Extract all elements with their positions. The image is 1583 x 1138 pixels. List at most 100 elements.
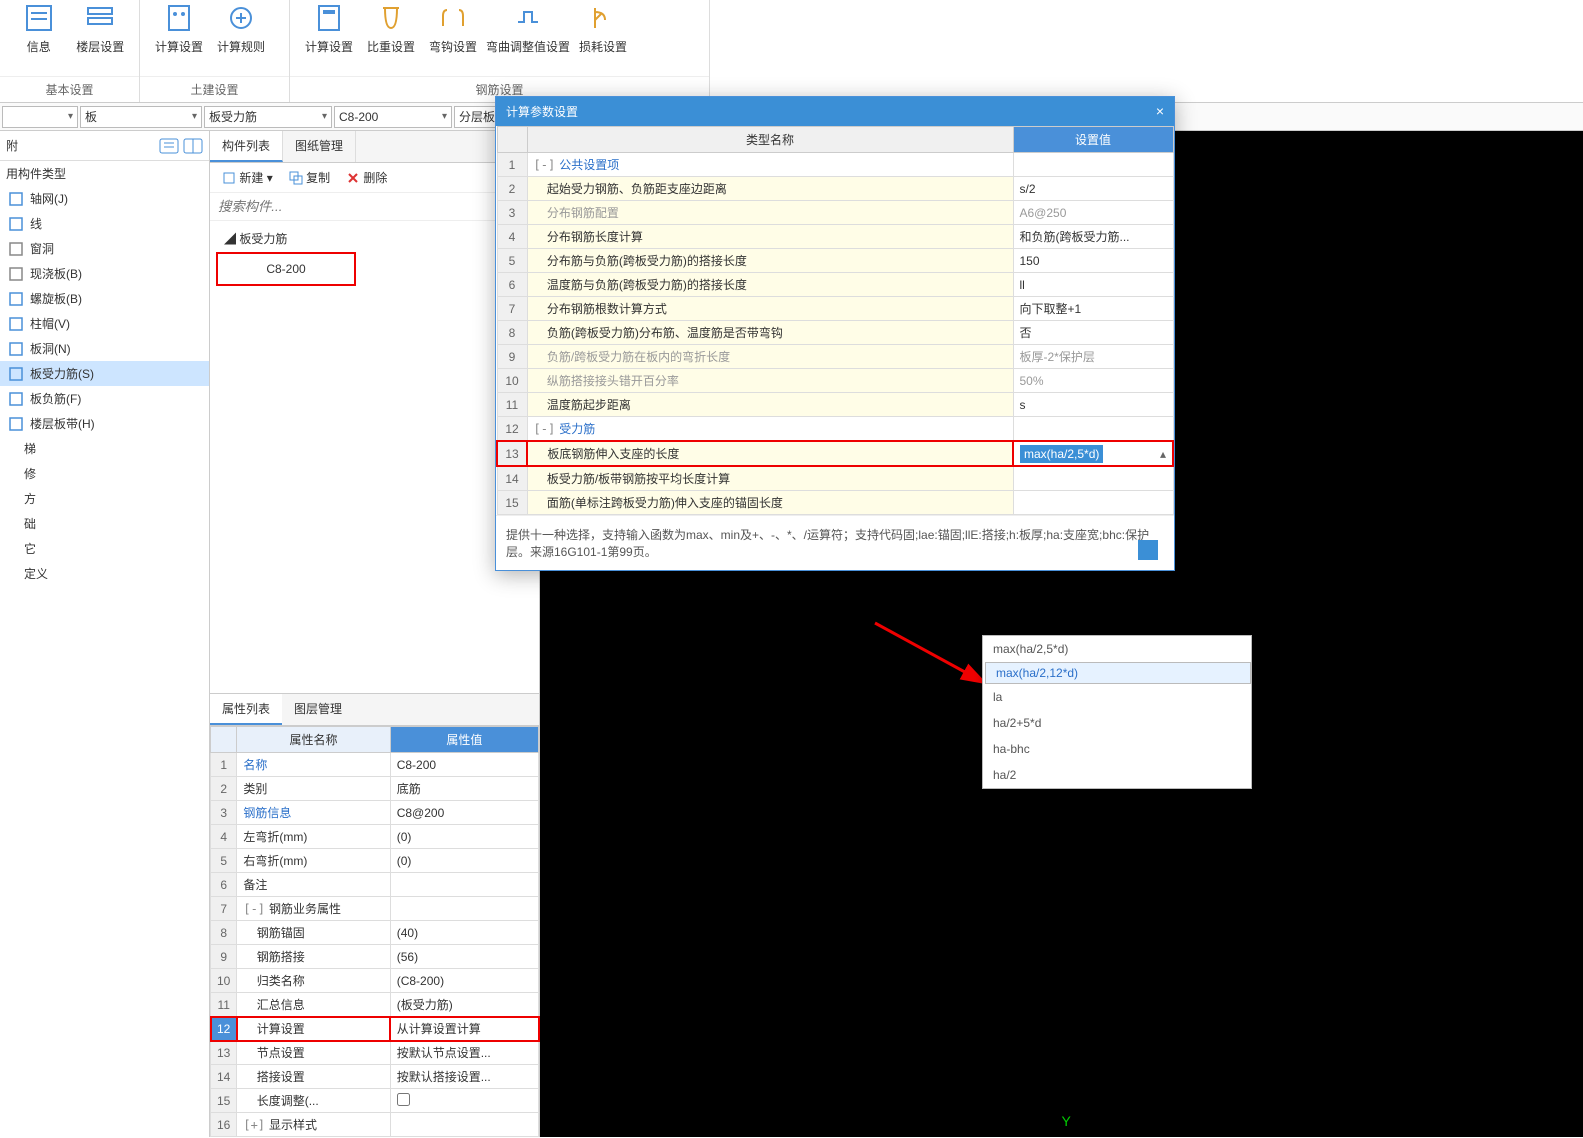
tab-props[interactable]: 属性列表 bbox=[210, 694, 282, 725]
ribbon-info[interactable]: 信息 bbox=[8, 0, 70, 76]
selector-2[interactable]: 板▾ bbox=[80, 106, 202, 128]
prop-name[interactable]: 搭接设置 bbox=[237, 1065, 390, 1089]
dropdown-option[interactable]: max(ha/2,5*d) bbox=[983, 636, 1251, 662]
prop-name[interactable]: 左弯折(mm) bbox=[237, 825, 390, 849]
param-value[interactable]: 50% bbox=[1013, 369, 1173, 393]
tree-item[interactable]: 线 bbox=[0, 211, 209, 236]
prop-name[interactable]: [+]显示样式 bbox=[237, 1113, 390, 1137]
param-value[interactable]: max(ha/2,5*d) ▴ bbox=[1013, 441, 1173, 466]
prop-name[interactable]: 汇总信息 bbox=[237, 993, 390, 1017]
ribbon-calc-set[interactable]: 计算设置 bbox=[148, 0, 210, 76]
dropdown-option[interactable]: max(ha/2,12*d) bbox=[985, 662, 1251, 684]
tree-item-c8-200[interactable]: C8-200 bbox=[216, 252, 356, 286]
new-button[interactable]: 新建 ▾ bbox=[214, 167, 281, 188]
param-value[interactable] bbox=[1013, 491, 1173, 515]
prop-value[interactable]: (C8-200) bbox=[390, 969, 538, 993]
tree-item[interactable]: 楼层板带(H) bbox=[0, 411, 209, 436]
prop-value[interactable]: (板受力筋) bbox=[390, 993, 538, 1017]
param-value[interactable] bbox=[1013, 466, 1173, 491]
ribbon-bend-adj[interactable]: 弯曲调整值设置 bbox=[484, 0, 572, 76]
param-name[interactable]: 分布钢筋配置 bbox=[527, 201, 1013, 225]
param-value[interactable]: s bbox=[1013, 393, 1173, 417]
grid-view-icon[interactable] bbox=[183, 138, 203, 154]
tree-item[interactable]: 螺旋板(B) bbox=[0, 286, 209, 311]
prop-name[interactable]: 长度调整(... bbox=[237, 1089, 390, 1113]
param-value[interactable] bbox=[1013, 417, 1173, 442]
tree-item[interactable]: 它 bbox=[0, 536, 209, 561]
editing-cell[interactable]: max(ha/2,5*d) bbox=[1020, 445, 1103, 463]
dialog-close-icon[interactable]: × bbox=[1156, 103, 1164, 120]
prop-name[interactable]: 归类名称 bbox=[237, 969, 390, 993]
prop-name[interactable]: 备注 bbox=[237, 873, 390, 897]
param-value[interactable]: A6@250 bbox=[1013, 201, 1173, 225]
prop-value[interactable] bbox=[390, 873, 538, 897]
prop-value[interactable]: 按默认节点设置... bbox=[390, 1041, 538, 1065]
prop-value[interactable] bbox=[390, 897, 538, 921]
prop-name[interactable]: [-]钢筋业务属性 bbox=[237, 897, 390, 921]
ribbon-rebar-calc[interactable]: 计算设置 bbox=[298, 0, 360, 76]
tree-item[interactable]: 窗洞 bbox=[0, 236, 209, 261]
param-value[interactable]: 150 bbox=[1013, 249, 1173, 273]
dropdown-option[interactable]: ha/2+5*d bbox=[983, 710, 1251, 736]
tree-item[interactable]: 板受力筋(S) bbox=[0, 361, 209, 386]
tree-item[interactable]: 柱帽(V) bbox=[0, 311, 209, 336]
param-name[interactable]: 板受力筋/板带钢筋按平均长度计算 bbox=[527, 466, 1013, 491]
prop-name[interactable]: 节点设置 bbox=[237, 1041, 390, 1065]
tab-component-list[interactable]: 构件列表 bbox=[210, 131, 283, 162]
prop-name[interactable]: 钢筋锚固 bbox=[237, 921, 390, 945]
ribbon-calc-rule[interactable]: 计算规则 bbox=[210, 0, 272, 76]
prop-value[interactable]: C8@200 bbox=[390, 801, 538, 825]
checkbox[interactable] bbox=[397, 1093, 410, 1106]
param-name[interactable]: 负筋/跨板受力筋在板内的弯折长度 bbox=[527, 345, 1013, 369]
tree-item[interactable]: 轴网(J) bbox=[0, 186, 209, 211]
ribbon-hook[interactable]: 弯钩设置 bbox=[422, 0, 484, 76]
param-value[interactable]: ll bbox=[1013, 273, 1173, 297]
prop-value[interactable]: 按默认搭接设置... bbox=[390, 1065, 538, 1089]
prop-name[interactable]: 计算设置 bbox=[237, 1017, 390, 1041]
param-value[interactable]: 否 bbox=[1013, 321, 1173, 345]
param-name[interactable]: 温度筋起步距离 bbox=[527, 393, 1013, 417]
prop-value[interactable]: (0) bbox=[390, 825, 538, 849]
param-name[interactable]: [-]受力筋 bbox=[527, 417, 1013, 442]
dialog-action-button[interactable] bbox=[1138, 540, 1158, 560]
prop-name[interactable]: 名称 bbox=[237, 753, 390, 777]
list-view-icon[interactable] bbox=[159, 138, 179, 154]
param-name[interactable]: 分布钢筋长度计算 bbox=[527, 225, 1013, 249]
param-name[interactable]: 面筋(单标注跨板受力筋)伸入支座的锚固长度 bbox=[527, 491, 1013, 515]
param-name[interactable]: 纵筋搭接接头错开百分率 bbox=[527, 369, 1013, 393]
tree-item[interactable]: 定义 bbox=[0, 561, 209, 586]
tab-layers[interactable]: 图层管理 bbox=[282, 694, 354, 725]
prop-value[interactable]: 底筋 bbox=[390, 777, 538, 801]
prop-value[interactable] bbox=[390, 1113, 538, 1137]
dropdown-option[interactable]: la bbox=[983, 684, 1251, 710]
param-value[interactable]: 板厚-2*保护层 bbox=[1013, 345, 1173, 369]
tree-item[interactable]: 修 bbox=[0, 461, 209, 486]
param-value[interactable]: 和负筋(跨板受力筋... bbox=[1013, 225, 1173, 249]
param-name[interactable]: 分布筋与负筋(跨板受力筋)的搭接长度 bbox=[527, 249, 1013, 273]
param-name[interactable]: [-]公共设置项 bbox=[527, 153, 1013, 177]
tab-drawing-mgmt[interactable]: 图纸管理 bbox=[283, 131, 356, 162]
param-value[interactable]: s/2 bbox=[1013, 177, 1173, 201]
param-name[interactable]: 温度筋与负筋(跨板受力筋)的搭接长度 bbox=[527, 273, 1013, 297]
selector-4[interactable]: C8-200▾ bbox=[334, 106, 452, 128]
param-value[interactable] bbox=[1013, 153, 1173, 177]
prop-value[interactable]: (0) bbox=[390, 849, 538, 873]
search-input[interactable] bbox=[210, 193, 539, 221]
prop-value[interactable]: 从计算设置计算 bbox=[390, 1017, 538, 1041]
tree-root[interactable]: ◢ 板受力筋 bbox=[216, 227, 533, 250]
prop-name[interactable]: 钢筋信息 bbox=[237, 801, 390, 825]
delete-button[interactable]: 删除 bbox=[338, 167, 395, 188]
dropdown-option[interactable]: ha-bhc bbox=[983, 736, 1251, 762]
prop-value[interactable]: C8-200 bbox=[390, 753, 538, 777]
selector-1[interactable]: ▾ bbox=[2, 106, 78, 128]
param-name[interactable]: 板底钢筋伸入支座的长度 bbox=[527, 441, 1013, 466]
prop-value[interactable] bbox=[390, 1089, 538, 1113]
param-name[interactable]: 负筋(跨板受力筋)分布筋、温度筋是否带弯钩 bbox=[527, 321, 1013, 345]
prop-name[interactable]: 钢筋搭接 bbox=[237, 945, 390, 969]
ribbon-weight[interactable]: 比重设置 bbox=[360, 0, 422, 76]
prop-value[interactable]: (40) bbox=[390, 921, 538, 945]
tree-item[interactable]: 板洞(N) bbox=[0, 336, 209, 361]
selector-3[interactable]: 板受力筋▾ bbox=[204, 106, 332, 128]
tree-item[interactable]: 方 bbox=[0, 486, 209, 511]
tree-item[interactable]: 础 bbox=[0, 511, 209, 536]
